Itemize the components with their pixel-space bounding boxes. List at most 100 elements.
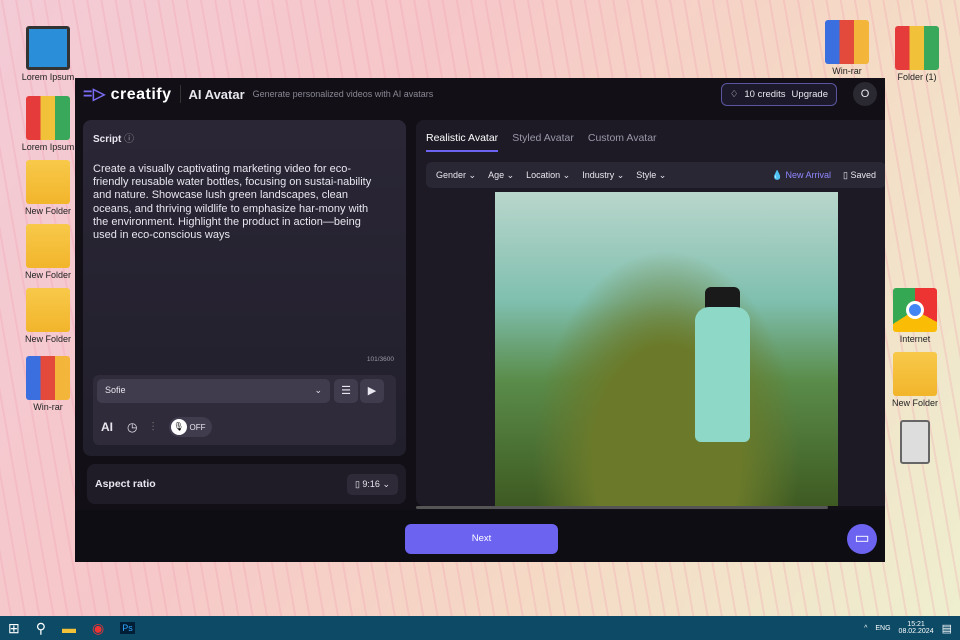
aspect-ratio-row: Aspect ratio ▯ 9:16 ⌄ (87, 464, 406, 504)
binder-icon (895, 26, 939, 70)
chat-button[interactable]: ▭ (847, 524, 877, 554)
filter-label: Age (488, 169, 505, 180)
script-textarea[interactable]: Create a visually captivating marketing … (93, 163, 373, 242)
desktop-icon-binders[interactable]: Lorem Ipsum (16, 96, 80, 152)
label: Folder (1) (897, 72, 937, 82)
notification-icon[interactable]: ▤ (942, 622, 952, 635)
desktop-icon-folder[interactable]: New Folder (883, 352, 947, 408)
voice-value: Sofie (105, 385, 126, 395)
play-button[interactable]: ▶ (360, 379, 384, 403)
avatar-preview-image[interactable] (495, 192, 838, 506)
toggle-state: OFF (189, 422, 206, 432)
desktop-icon-winrar[interactable]: Win-rar (16, 356, 80, 412)
folder-icon (893, 352, 937, 396)
label: Lorem Ipsum (21, 72, 75, 82)
file-explorer-icon[interactable]: ▬ (62, 620, 76, 636)
language-indicator[interactable]: ENG (875, 625, 890, 632)
waveform-icon[interactable]: ⫶ (151, 420, 154, 435)
saved-label: Saved (850, 169, 876, 180)
desktop-icon-folder1[interactable]: Folder (1) (885, 26, 949, 82)
folder-icon (26, 224, 70, 268)
clock[interactable]: 15:21 08.02.2024 (899, 621, 934, 635)
chat-icon: ▭ (854, 530, 870, 547)
desktop-icon-internet[interactable]: Internet (883, 288, 947, 344)
water-bottle (695, 307, 750, 442)
voice-controls: Sofie ⌄ ☰ ▶ AI ◷ ⫶ 🎙 OFF (93, 375, 396, 445)
mic-toggle[interactable]: 🎙 OFF (168, 417, 212, 437)
chevron-down-icon: ⌄ (314, 385, 322, 395)
credits-badge[interactable]: ♢ 10 credits Upgrade (720, 82, 837, 106)
avatar-tabs: Realistic Avatar Styled Avatar Custom Av… (426, 132, 885, 152)
filter-style[interactable]: Style ⌄ (636, 170, 666, 181)
label: New Folder (24, 206, 71, 216)
chrome-icon (893, 288, 937, 332)
logo[interactable]: =▷ creatify (83, 84, 172, 104)
date: 08.02.2024 (898, 628, 934, 635)
label: Win-rar (832, 66, 862, 76)
desktop-icon-computer[interactable]: Lorem Ipsum (16, 26, 80, 82)
footer-bar: Next ▭ (75, 510, 885, 562)
filter-label: Location (526, 169, 561, 180)
saved-filter[interactable]: ▯ Saved (843, 170, 876, 181)
tab-custom[interactable]: Custom Avatar (588, 132, 657, 152)
folder-icon (26, 288, 70, 332)
winrar-icon (26, 356, 70, 400)
windows-start-icon[interactable]: ⊞ (8, 620, 20, 637)
chevron-up-icon[interactable]: ^ (864, 625, 867, 632)
tab-styled[interactable]: Styled Avatar (512, 132, 574, 152)
logo-text: creatify (110, 86, 172, 103)
new-arrival-filter[interactable]: 💧 New Arrival (772, 170, 831, 181)
desktop-icon-folder[interactable]: New Folder (16, 224, 80, 280)
voice-tools: AI ◷ ⫶ 🎙 OFF (101, 417, 212, 437)
label: New Folder (891, 398, 938, 408)
filter-gender[interactable]: Gender ⌄ (436, 170, 476, 181)
system-tray: ^ ENG 15:21 08.02.2024 ▤ (864, 621, 952, 635)
script-panel: Script ⓘ Create a visually captivating m… (83, 120, 406, 456)
next-button[interactable]: Next (405, 524, 558, 554)
voice-settings-button[interactable]: ☰ (334, 379, 358, 403)
aspect-select[interactable]: ▯ 9:16 ⌄ (346, 473, 398, 495)
aspect-value: 9:16 (362, 478, 380, 489)
clock-icon[interactable]: ◷ (127, 420, 137, 434)
folder-icon (26, 160, 70, 204)
search-icon[interactable]: ⚲ (36, 620, 46, 637)
user-avatar[interactable]: O (853, 82, 877, 106)
header: =▷ creatify AI Avatar Generate personali… (75, 78, 885, 110)
aspect-label: Aspect ratio (95, 478, 156, 490)
filter-location[interactable]: Location ⌄ (526, 170, 570, 181)
tab-realistic[interactable]: Realistic Avatar (426, 132, 499, 152)
label: Internet (899, 334, 931, 344)
credits-count: 10 credits (744, 88, 786, 100)
horizontal-scrollbar[interactable] (416, 506, 828, 509)
page-subtitle: Generate personalized videos with AI ava… (252, 89, 434, 99)
recycle-bin[interactable] (883, 420, 947, 466)
label: New Folder (24, 334, 71, 344)
desktop-icon-winrar[interactable]: Win-rar (815, 20, 879, 76)
mic-icon: 🎙 (170, 419, 187, 435)
filter-industry[interactable]: Industry ⌄ (582, 170, 624, 181)
taskbar: ⊞ ⚲ ▬ ◉ Ps ^ ENG 15:21 08.02.2024 ▤ (0, 616, 960, 640)
label: New Folder (24, 270, 71, 280)
script-title: Script (93, 134, 122, 145)
diamond-icon: ♢ (729, 88, 739, 100)
play-icon: ▶ (367, 385, 377, 397)
winrar-icon (825, 20, 869, 64)
avatar-panel: Realistic Avatar Styled Avatar Custom Av… (416, 120, 885, 506)
upgrade-button[interactable]: Upgrade (792, 89, 828, 100)
filter-age[interactable]: Age ⌄ (488, 170, 514, 181)
script-label: Script ⓘ (93, 130, 396, 145)
voice-select[interactable]: Sofie ⌄ (97, 379, 330, 403)
photoshop-icon[interactable]: Ps (120, 622, 135, 634)
info-icon[interactable]: ⓘ (124, 134, 134, 145)
filter-label: Gender (436, 169, 467, 180)
desktop-icon-folder[interactable]: New Folder (16, 160, 80, 216)
filter-label: Industry (582, 169, 615, 180)
desktop-icon-folder[interactable]: New Folder (16, 288, 80, 344)
ai-button[interactable]: AI (101, 420, 113, 434)
chrome-icon[interactable]: ◉ (92, 620, 104, 637)
page-title: AI Avatar (188, 86, 245, 102)
filter-label: Style (636, 169, 657, 180)
time: 15:21 (907, 621, 925, 628)
label: Lorem Ipsum (21, 142, 75, 152)
sliders-icon: ☰ (341, 385, 351, 397)
